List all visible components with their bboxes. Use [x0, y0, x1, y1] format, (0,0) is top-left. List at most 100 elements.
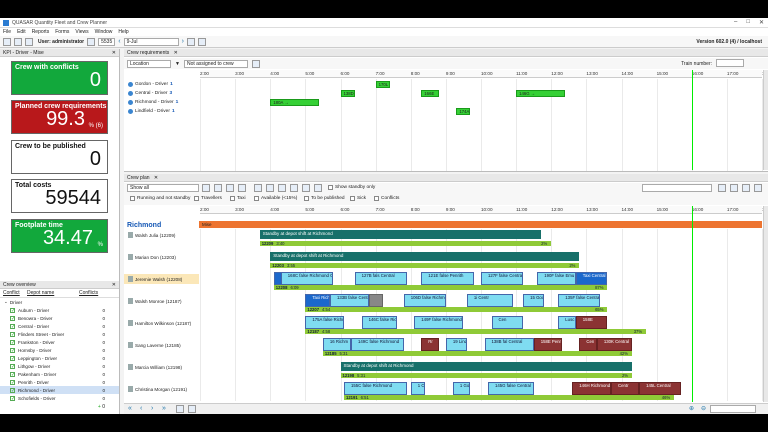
crew-member-row[interactable]: Marian Don (12203) [124, 252, 199, 262]
requirement-bar[interactable]: 170L [375, 81, 390, 88]
requirement-bar[interactable]: 166E [421, 90, 439, 97]
standby-shift-bar[interactable]: Standby at depot shift at Richmond [270, 252, 580, 261]
train-duty-block[interactable]: Taxi Central Ric [575, 272, 608, 285]
train-duty-block[interactable]: 146H Richmond [572, 382, 611, 395]
train-duty-block[interactable]: Lusc [558, 316, 576, 329]
depot-row[interactable]: ✓ Flinders Street - Driver 0 [0, 330, 119, 338]
requirement-row[interactable]: Richmond - Driver 1 [124, 98, 196, 106]
train-duty-block[interactable]: 16 Richm [322, 338, 351, 351]
shift-progress-bar[interactable]: 12198 5:31 2% [340, 373, 632, 378]
crew-member-row[interactable]: Christina Morgan (12191) [124, 384, 199, 394]
depot-row[interactable]: ✓ Penrith - Driver 0 [0, 378, 119, 386]
train-duty-block[interactable]: 135F false Central [558, 294, 601, 307]
plan-option-checkbox[interactable]: Available (<15%) [254, 196, 297, 201]
depot-row[interactable]: ✓ Lithgow - Driver 0 [0, 362, 119, 370]
filter-icon[interactable] [202, 184, 210, 192]
requirement-bar[interactable]: 180A → [270, 99, 320, 106]
train-number-input[interactable] [716, 59, 744, 67]
checkbox-box[interactable] [194, 196, 199, 201]
crew-member-row[interactable]: Walsh Monroe (12187) [124, 296, 199, 306]
show-filter-dropdown[interactable]: Show all [127, 184, 199, 192]
train-duty-block[interactable]: 130K Central [596, 338, 632, 351]
crew-member-row[interactable]: Jeremie Walsh (12208) [124, 274, 199, 284]
grid-icon[interactable] [254, 184, 262, 192]
kpi-crew-to-publish[interactable]: Crew to be published 0 [11, 140, 108, 174]
requirement-bar[interactable]: 174A [456, 108, 471, 115]
help-icon[interactable] [730, 184, 738, 192]
plan-option-checkbox[interactable]: Conflicts [374, 196, 399, 201]
checkbox-box[interactable] [350, 196, 355, 201]
plan-option-checkbox[interactable]: Taxi [230, 196, 246, 201]
checkmark-icon[interactable]: ✓ [10, 395, 15, 401]
close-button[interactable]: ✕ [759, 19, 764, 26]
checkbox-box[interactable] [230, 196, 235, 201]
print-icon[interactable] [238, 184, 246, 192]
crew-requirements-tab[interactable]: Crew requirements ✕ [124, 49, 768, 57]
standby-shift-bar[interactable]: Standby at depot shift at Richmond [340, 362, 632, 371]
prev-arrow-icon[interactable]: ‹ [118, 38, 120, 45]
close-icon[interactable]: ✕ [112, 281, 116, 289]
train-duty-block[interactable]: 146C false Richmond [361, 316, 397, 329]
show-standby-only-checkbox[interactable]: Show standby only [328, 185, 375, 190]
zoom-out-icon[interactable]: ⊖ [701, 405, 706, 412]
menu-forms[interactable]: Forms [55, 29, 69, 35]
close-icon[interactable]: ✕ [174, 50, 178, 56]
settings-icon[interactable] [278, 184, 286, 192]
kpi-crew-conflicts[interactable]: Crew with conflicts 0 [11, 61, 108, 95]
shift-progress-bar[interactable]: 12187 4:58 37% [305, 329, 647, 334]
train-duty-block[interactable]: 158E [575, 316, 608, 329]
checkbox-box[interactable] [130, 196, 135, 201]
train-duty-block[interactable]: 19 Lind [445, 338, 467, 351]
home-icon[interactable] [3, 37, 11, 46]
checkmark-icon[interactable]: ✓ [10, 339, 15, 345]
checkmark-icon[interactable]: ✓ [10, 363, 15, 369]
shift-progress-bar[interactable]: 12185 5:31 42% [322, 351, 632, 356]
requirement-bar[interactable]: 146G → [516, 90, 566, 97]
train-duty-block[interactable]: Cen [579, 338, 597, 351]
checkbox-box[interactable] [304, 196, 309, 201]
checkmark-icon[interactable]: ✓ [10, 379, 15, 385]
expand-icon[interactable] [742, 184, 750, 192]
menu-reports[interactable]: Reports [32, 29, 50, 35]
search-icon[interactable] [718, 184, 726, 192]
crew-plan-tab[interactable]: Crew plan ✕ [124, 174, 768, 182]
assignment-filter-dropdown[interactable]: Not assigned to crew [183, 59, 248, 68]
menu-help[interactable]: Help [118, 29, 128, 35]
depot-row[interactable]: ✓ Auburn - Driver 0 [0, 306, 119, 314]
train-duty-block[interactable]: 190F false Emu Plains [537, 272, 576, 285]
column-conflicts[interactable]: Conflicts [79, 290, 98, 296]
crew-search-input[interactable] [642, 184, 712, 192]
zoom-slider[interactable] [710, 405, 756, 413]
filter-icon[interactable]: ▼ [175, 61, 180, 67]
depot-row[interactable]: ✓ Leppington - Driver 0 [0, 354, 119, 362]
requirement-row[interactable]: Gordon - Driver 1 [124, 80, 196, 88]
checkmark-icon[interactable]: ✓ [10, 307, 15, 313]
train-duty-block[interactable]: 1i Centr [466, 294, 513, 307]
add-icon[interactable]: + [98, 404, 101, 410]
clear-filter-icon[interactable] [251, 59, 260, 68]
train-duty-block[interactable]: 145L Central [639, 382, 682, 395]
depot-row[interactable]: ✓ Schofields - Driver 0 [0, 394, 119, 402]
tree-group[interactable]: ⌄ Driver [0, 298, 119, 306]
kpi-total-costs[interactable]: Total costs 59544 [11, 179, 108, 213]
train-duty-block[interactable]: 138B fal Central [484, 338, 534, 351]
train-duty-block[interactable]: Cen [491, 316, 524, 329]
next-arrow-icon[interactable]: › [182, 38, 184, 45]
plan-option-checkbox[interactable]: Sick [350, 196, 366, 201]
export-icon[interactable] [226, 184, 234, 192]
checkmark-icon[interactable]: ✓ [10, 331, 15, 337]
next-page-icon[interactable]: › [151, 405, 153, 412]
depot-row[interactable]: ✓ Benowra - Driver 0 [0, 314, 119, 322]
last-page-icon[interactable]: » [162, 405, 166, 412]
collapse-icon[interactable] [754, 184, 762, 192]
depot-row[interactable]: ✓ Hornsby - Driver 0 [0, 346, 119, 354]
checkbox-box[interactable] [254, 196, 259, 201]
copy-icon[interactable] [214, 184, 222, 192]
chart-icon[interactable] [266, 184, 274, 192]
requirement-bar[interactable]: 138D [340, 90, 355, 97]
requirement-row[interactable]: Lindfield - Driver 1 [124, 107, 196, 115]
minimize-button[interactable]: – [734, 19, 737, 26]
crew-member-row[interactable]: Marcia William (12198) [124, 362, 199, 372]
requirement-row[interactable]: Central - Driver 3 [124, 89, 196, 97]
train-duty-block[interactable]: 1 Cent [410, 382, 425, 395]
